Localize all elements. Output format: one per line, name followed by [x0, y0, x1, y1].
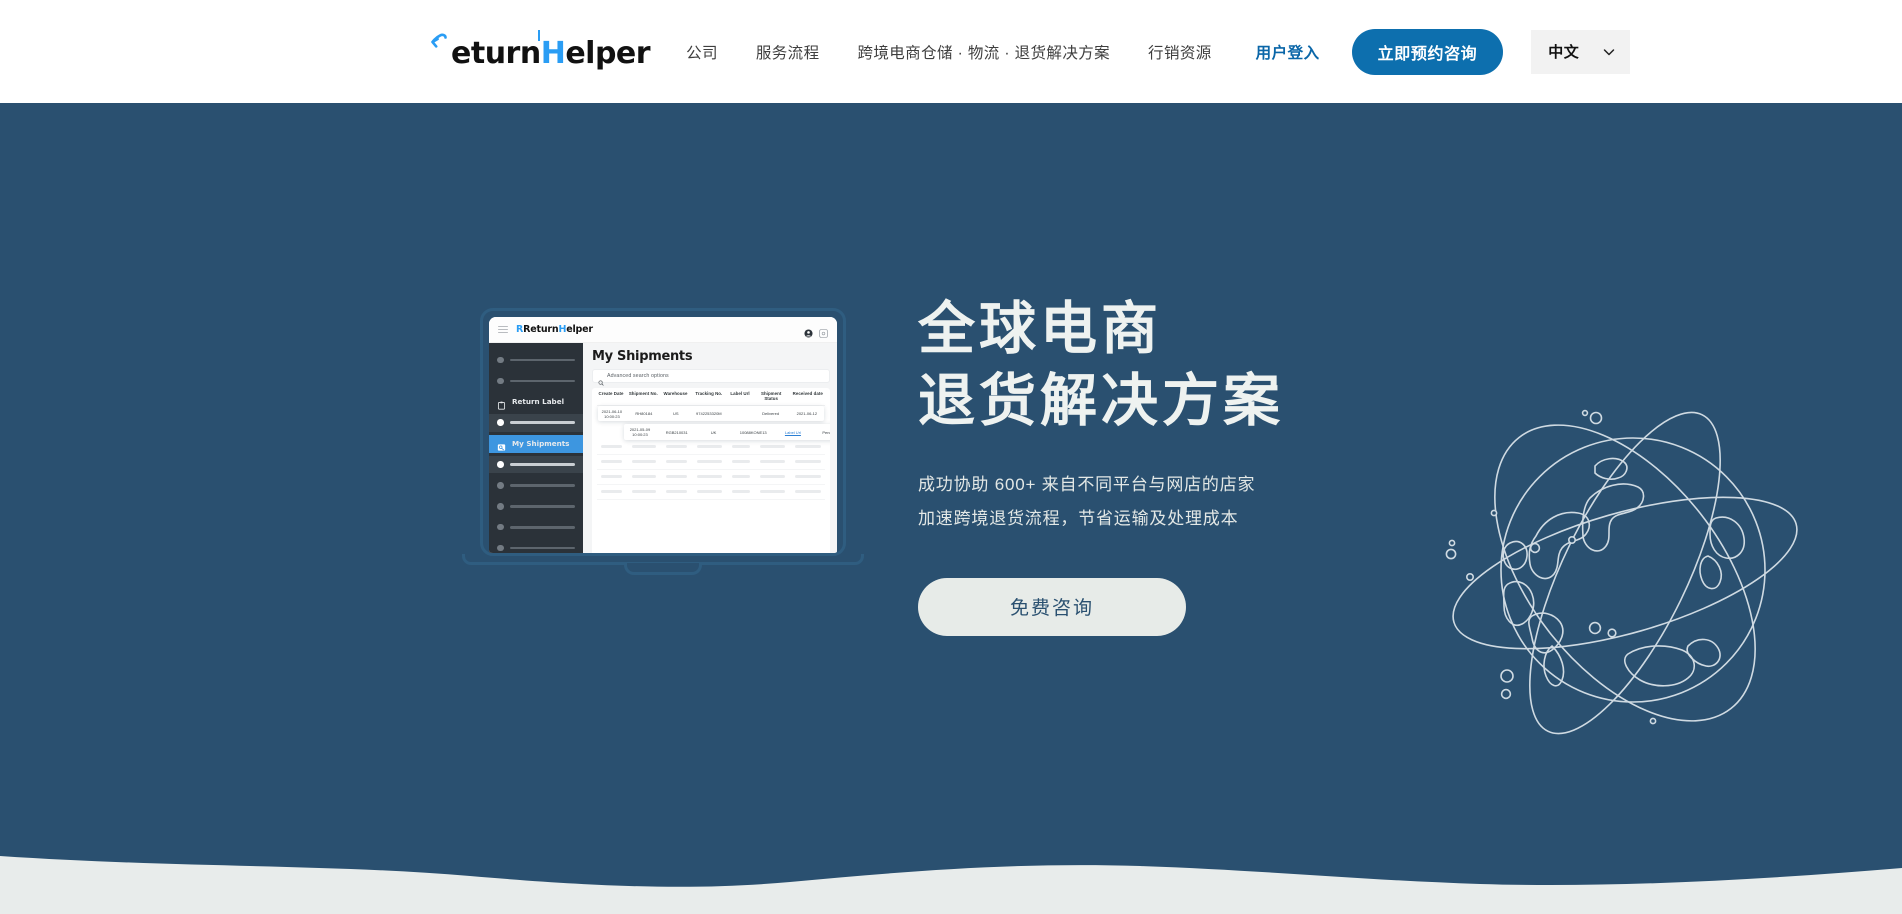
- table-row[interactable]: [597, 440, 825, 455]
- laptop-lid: R Return Helper Return Label My Shipment…: [480, 308, 846, 556]
- user-login-link[interactable]: 用户登入: [1256, 41, 1320, 63]
- hero-section: R Return Helper Return Label My Shipment…: [0, 103, 1902, 914]
- th-shipment-no: Shipment No.: [628, 391, 658, 396]
- table-row[interactable]: [597, 485, 825, 500]
- app-sidebar: Return Label My Shipments: [489, 343, 583, 553]
- search-icon: [598, 373, 604, 386]
- book-consultation-button[interactable]: 立即预约咨询: [1351, 28, 1504, 75]
- sidebar-placeholder-8[interactable]: [489, 539, 583, 553]
- nav-item-solutions[interactable]: 跨境电商仓储 · 物流 · 退货解决方案: [857, 41, 1110, 63]
- th-tracking-no: Tracking No.: [695, 391, 723, 396]
- sidebar-placeholder-5[interactable]: [489, 476, 583, 494]
- app-logo-elper: elper: [566, 324, 593, 335]
- sidebar-item-my-shipments[interactable]: My Shipments: [489, 434, 583, 453]
- th-create-date: Create Date: [598, 391, 624, 396]
- sidebar-placeholder-4[interactable]: [489, 455, 583, 474]
- sidebar-placeholder-3[interactable]: [489, 413, 583, 432]
- advanced-search-bar[interactable]: Advanced search options: [592, 369, 830, 386]
- shipments-table: Create Date Shipment No. Warehouse Track…: [592, 388, 830, 553]
- sidebar-label-my-shipments: My Shipments: [512, 439, 570, 449]
- cell-warehouse: US: [673, 411, 679, 416]
- return-arrow-icon: [430, 31, 451, 63]
- table-row[interactable]: 2021-06-10 10:00:23 RH80184 US 974225332…: [598, 406, 824, 421]
- chevron-down-icon: [1602, 45, 1616, 59]
- app-screen: R Return Helper Return Label My Shipment…: [489, 317, 837, 553]
- logo-text-h: H: [537, 29, 566, 71]
- cell-label-url[interactable]: Label Url: [777, 430, 809, 435]
- app-body: Return Label My Shipments My Shipments A…: [489, 343, 837, 553]
- cell-create-date: 2021-06-10 10:00:23: [601, 408, 623, 419]
- app-logo-h: H: [558, 324, 567, 335]
- laptop-notch: [624, 563, 702, 575]
- nav-item-service[interactable]: 服务流程: [756, 41, 820, 63]
- landing-page: eturn H elper 公司 服务流程 跨境电商仓储 · 物流 · 退货解决…: [0, 0, 1902, 914]
- cell-tracking-no: 9742253320M: [696, 411, 722, 416]
- table-row[interactable]: [597, 455, 825, 470]
- hero-bottom-wave: [0, 856, 1902, 914]
- site-header: eturn H elper 公司 服务流程 跨境电商仓储 · 物流 · 退货解决…: [0, 0, 1902, 103]
- app-logo-eturn: Return: [523, 324, 559, 335]
- logo-text-eturn: eturn: [451, 35, 541, 71]
- language-selector[interactable]: 中文: [1531, 29, 1631, 74]
- user-account-icon[interactable]: [804, 325, 813, 338]
- laptop-mockup: R Return Helper Return Label My Shipment…: [462, 308, 864, 593]
- site-logo[interactable]: eturn H elper: [430, 29, 651, 71]
- th-label-url: Label Url: [730, 391, 750, 396]
- sidebar-placeholder-1[interactable]: [489, 351, 583, 369]
- free-consultation-button[interactable]: 免费咨询: [918, 577, 1186, 636]
- shipments-page-title: My Shipments: [592, 349, 693, 364]
- th-received-date: Received date: [792, 391, 823, 396]
- th-warehouse: Warehouse: [663, 391, 688, 396]
- main-navigation: 公司 服务流程 跨境电商仓储 · 物流 · 退货解决方案 行销资源: [686, 41, 1212, 63]
- language-label: 中文: [1548, 44, 1580, 61]
- hero-title-line-2: 退货解决方案: [918, 368, 1284, 433]
- sidebar-label-return-label: Return Label: [512, 397, 565, 407]
- hero-subtitle-line-1: 成功协助 600+ 来自不同平台与网店的店家: [918, 474, 1256, 494]
- sidebar-placeholder-7[interactable]: [489, 518, 583, 536]
- sidebar-placeholder-6[interactable]: [489, 497, 583, 515]
- cell-received-date: 2021-06-12: [796, 411, 818, 416]
- logo-text-elper: elper: [565, 35, 651, 71]
- cell-shipment-no: RGB210031: [665, 429, 688, 435]
- cell-create-date: 2021-05-09 10:00:23: [629, 427, 651, 437]
- sidebar-placeholder-2[interactable]: [489, 372, 583, 390]
- clipboard-icon: [497, 397, 506, 410]
- th-shipment-status: Shipment Status: [760, 391, 782, 401]
- app-topbar: R Return Helper: [489, 317, 837, 343]
- sidebar-item-return-label[interactable]: Return Label: [489, 393, 583, 411]
- hero-subtitle-line-2: 加速跨境退货流程，节省运输及处理成本: [918, 508, 1239, 528]
- cell-warehouse: UK: [710, 429, 717, 435]
- hero-subtitle: 成功协助 600+ 来自不同平台与网店的店家 加速跨境退货流程，节省运输及处理成…: [918, 468, 1518, 536]
- advanced-search-label: Advanced search options: [607, 373, 669, 379]
- app-logo: R Return Helper: [516, 324, 593, 335]
- table-row[interactable]: 2021-05-09 10:00:23 RGB210031 UK 10088KO…: [624, 424, 830, 440]
- nav-item-company[interactable]: 公司: [686, 41, 718, 63]
- table-header-row: Create Date Shipment No. Warehouse Track…: [597, 391, 825, 406]
- hamburger-menu-icon[interactable]: [498, 325, 508, 334]
- shipments-icon: [497, 439, 506, 451]
- app-content: My Shipments Advanced search options Cre…: [583, 343, 837, 553]
- cell-status: Delivered: [762, 411, 780, 416]
- nav-item-marketing[interactable]: 行销资源: [1148, 41, 1212, 63]
- hero-title-line-1: 全球电商: [918, 297, 1162, 361]
- cell-tracking-no: 10088KONE13: [739, 429, 767, 435]
- cell-shipment-no: RH80184: [635, 411, 653, 416]
- hero-copy: 全球电商 退货解决方案 成功协助 600+ 来自不同平台与网店的店家 加速跨境退…: [918, 297, 1518, 636]
- cell-status: Pending: [822, 429, 830, 435]
- table-row[interactable]: [597, 470, 825, 485]
- settings-gear-icon[interactable]: [819, 325, 828, 338]
